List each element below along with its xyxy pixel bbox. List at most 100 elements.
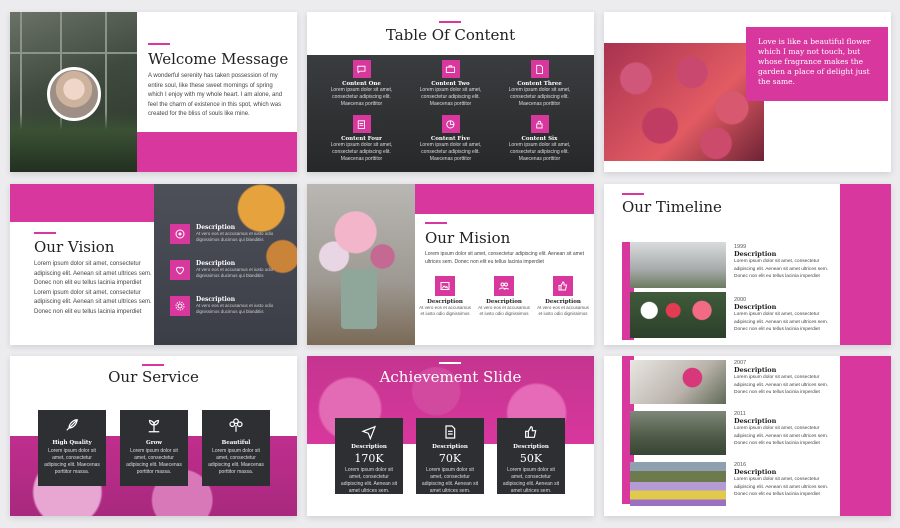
achievement-value: 70K xyxy=(438,452,462,465)
achievement-card[interactable]: Description 70K Lorem ipsum dolor sit am… xyxy=(416,418,484,494)
service-card[interactable]: High Quality Lorem ipsum dolor sit amet,… xyxy=(38,410,106,486)
title-accent xyxy=(439,362,461,364)
title-accent xyxy=(425,222,447,224)
vision-item[interactable]: Description At vero eos et accusamus et i… xyxy=(170,260,290,280)
content-text: Lorem ipsum dolor sit amet, consectetur … xyxy=(508,87,571,107)
content-text: Lorem ipsum dolor sit amet, consectetur … xyxy=(419,87,482,107)
timeline-text: Lorem ipsum dolor sit amet, consectetur … xyxy=(734,259,829,279)
timeline-label: Description xyxy=(734,250,777,258)
title-accent xyxy=(142,364,164,366)
content-item[interactable]: Content One Lorem ipsum dolor sit amet, … xyxy=(317,60,406,115)
timeline-label: Description xyxy=(734,417,777,425)
content-text: Lorem ipsum dolor sit amet, consectetur … xyxy=(330,87,393,107)
pink-side-band xyxy=(840,356,891,516)
timeline-text: Lorem ipsum dolor sit amet, consectetur … xyxy=(734,375,829,395)
thumbs-up-icon xyxy=(553,276,573,296)
content-item[interactable]: Content Five Lorem ipsum dolor sit amet,… xyxy=(406,115,495,170)
content-grid: Content One Lorem ipsum dolor sit amet, … xyxy=(317,60,584,170)
flower-icon xyxy=(227,416,245,434)
slide-table-of-content[interactable]: Table Of Content Content One Lorem ipsum… xyxy=(307,12,594,172)
flower-pots-photo xyxy=(630,292,726,338)
title-accent xyxy=(439,21,461,23)
pink-side-band xyxy=(840,184,891,345)
pink-band xyxy=(415,184,594,214)
pink-band xyxy=(137,132,297,172)
page-title: Achievement Slide xyxy=(379,368,522,386)
content-item[interactable]: Content Four Lorem ipsum dolor sit amet,… xyxy=(317,115,406,170)
vision-item-label: Description xyxy=(196,224,236,231)
achievement-text: Lorem ipsum dolor sit amet, consectetur … xyxy=(340,467,398,494)
greenhouse-photo xyxy=(630,411,726,455)
slide-achievement[interactable]: Achievement Slide Description 170K Lorem… xyxy=(307,356,594,516)
vision-item[interactable]: Description At vero eos et accusamus et i… xyxy=(170,224,290,244)
document-icon xyxy=(530,60,549,78)
slide-timeline-continued[interactable]: 2007 Description Lorem ipsum dolor sit a… xyxy=(604,356,891,516)
achievement-card[interactable]: Description 170K Lorem ipsum dolor sit a… xyxy=(335,418,403,494)
vision-list: Description At vero eos et accusamus et i… xyxy=(170,224,290,316)
flower-book-photo xyxy=(630,360,726,404)
service-card[interactable]: Grow Lorem ipsum dolor sit amet, consect… xyxy=(120,410,188,486)
vision-item-label: Description xyxy=(196,296,236,303)
content-item[interactable]: Content Two Lorem ipsum dolor sit amet, … xyxy=(406,60,495,115)
page-title: Our Timeline xyxy=(622,198,722,216)
service-text: Lorem ipsum dolor sit amet, consectetur … xyxy=(44,448,100,475)
page-title: Table Of Content xyxy=(385,26,516,44)
avatar xyxy=(47,67,101,121)
achievement-text: Lorem ipsum dolor sit amet, consectetur … xyxy=(421,467,479,494)
heart-icon xyxy=(170,260,190,280)
slide-our-service[interactable]: Our Service High Quality Lorem ipsum dol… xyxy=(10,356,297,516)
timeline-label: Description xyxy=(734,303,777,311)
slide-welcome[interactable]: Welcome Message A wonderful serenity has… xyxy=(10,12,297,172)
document-icon xyxy=(442,424,458,440)
paper-plane-icon xyxy=(361,424,377,441)
lock-icon xyxy=(530,115,549,133)
service-card[interactable]: Beautiful Lorem ipsum dolor sit amet, co… xyxy=(202,410,270,486)
achievement-value: 170K xyxy=(354,452,384,465)
clipboard-icon xyxy=(352,115,371,133)
target-icon xyxy=(170,224,190,244)
mission-item-text: At vero eos et accusamus et iusto odio d… xyxy=(537,305,589,316)
slide-our-mision[interactable]: Our Mision Lorem ipsum dolor sit amet, c… xyxy=(307,184,594,345)
achievement-text: Lorem ipsum dolor sit amet, consectetur … xyxy=(502,467,560,494)
content-item[interactable]: Content Three Lorem ipsum dolor sit amet… xyxy=(495,60,584,115)
slide-quote[interactable]: Love is like a beautiful flower which I … xyxy=(604,12,891,172)
content-text: Lorem ipsum dolor sit amet, consectetur … xyxy=(419,142,482,162)
timeline-entry: 2011 Description Lorem ipsum dolor sit a… xyxy=(734,411,834,448)
chat-bubble-icon xyxy=(352,60,371,78)
title-accent xyxy=(34,232,56,234)
roses-photo xyxy=(604,43,764,161)
timeline-label: Description xyxy=(734,468,777,476)
page-title: Our Service xyxy=(108,368,199,386)
timeline-entry: 2000 Description Lorem ipsum dolor sit a… xyxy=(734,297,834,334)
slide-our-vision[interactable]: Our Vision Lorem ipsum dolor sit amet, c… xyxy=(10,184,297,345)
service-label: Grow xyxy=(146,440,162,446)
timeline-text: Lorem ipsum dolor sit amet, consectetur … xyxy=(734,477,829,497)
quote-text: Love is like a beautiful flower which I … xyxy=(758,37,871,86)
slide-our-timeline[interactable]: Our Timeline 1999 Description Lorem ipsu… xyxy=(604,184,891,345)
achievement-card[interactable]: Description 50K Lorem ipsum dolor sit am… xyxy=(497,418,565,494)
content-item[interactable]: Content Six Lorem ipsum dolor sit amet, … xyxy=(495,115,584,170)
timeline-label: Description xyxy=(734,366,777,374)
briefcase-icon xyxy=(441,60,460,78)
service-text: Lorem ipsum dolor sit amet, consectetur … xyxy=(208,448,264,475)
mission-item-text: At vero eos et accusamus et iusto odio d… xyxy=(478,305,530,316)
picture-icon xyxy=(435,276,455,296)
vision-item-text: At vero eos et accusamus et iusto odio d… xyxy=(196,231,274,242)
title-accent xyxy=(148,43,170,45)
flower-field-photo xyxy=(630,462,726,506)
mission-item[interactable]: Description At vero eos et accusamus et … xyxy=(478,276,530,317)
vision-item-text: At vero eos et accusamus et iusto odio d… xyxy=(196,303,274,314)
achievement-value: 50K xyxy=(519,452,543,465)
vision-text: Lorem ipsum dolor sit amet, consectetur … xyxy=(34,261,152,315)
page-title: Our Vision xyxy=(34,238,115,256)
achievement-label: Description xyxy=(513,444,549,450)
timeline-entry: 1999 Description Lorem ipsum dolor sit a… xyxy=(734,244,834,281)
welcome-text: A wonderful serenity has taken possessio… xyxy=(148,73,283,118)
timeline-text: Lorem ipsum dolor sit amet, consectetur … xyxy=(734,312,829,332)
mission-item[interactable]: Description At vero eos et accusamus et … xyxy=(537,276,589,317)
thumbs-up-icon xyxy=(523,424,539,440)
achievement-label: Description xyxy=(432,444,468,450)
gear-icon xyxy=(170,296,190,316)
vision-item[interactable]: Description At vero eos et accusamus et i… xyxy=(170,296,290,316)
mission-item[interactable]: Description At vero eos et accusamus et … xyxy=(419,276,471,317)
